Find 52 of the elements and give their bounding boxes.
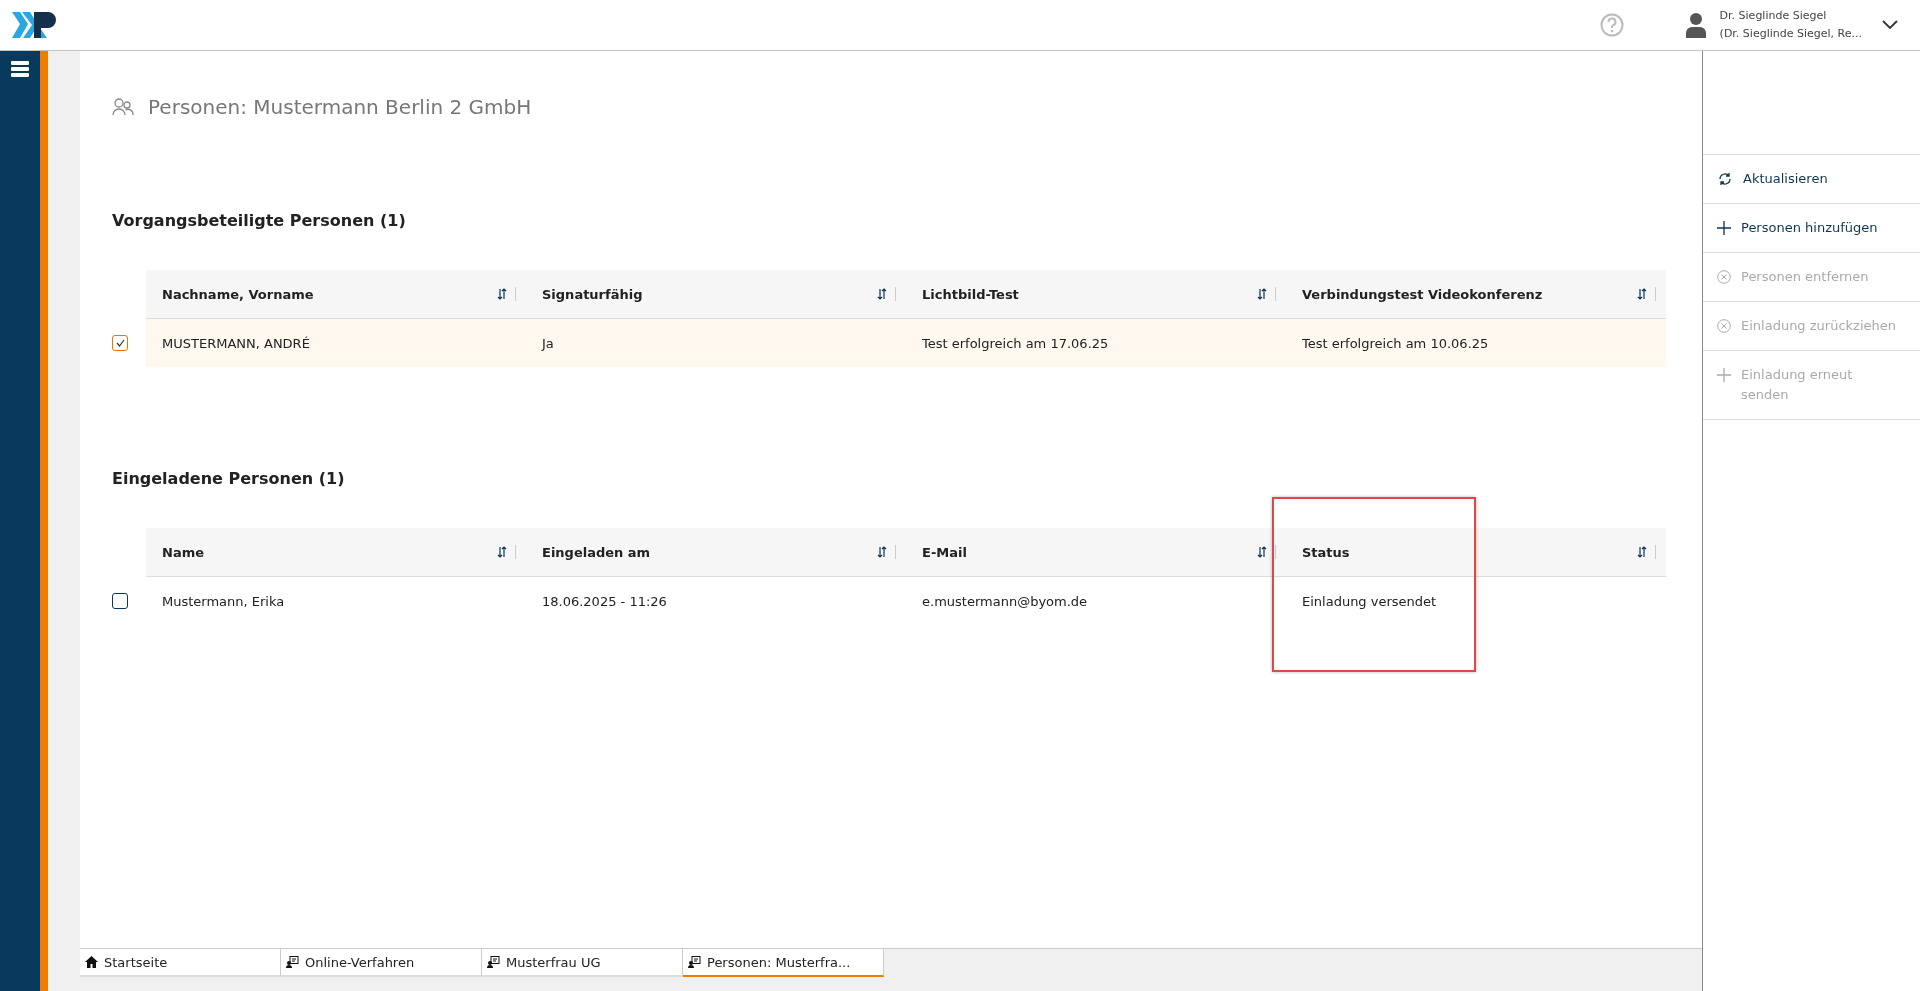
user-avatar-icon[interactable] [1685, 12, 1706, 38]
table-cell-text: Einladung versendet [1301, 592, 1438, 611]
column-header[interactable]: Signaturfähig [526, 270, 906, 318]
column-header[interactable]: Name [146, 528, 526, 576]
tab[interactable]: Personen: Musterfra... [683, 949, 884, 977]
user-name: Dr. Sieglinde Siegel [1719, 8, 1828, 24]
tab[interactable]: Musterfrau UG [482, 949, 683, 977]
menu-icon[interactable] [11, 61, 29, 77]
column-header[interactable]: E-Mail [906, 528, 1286, 576]
sort-icon[interactable] [1637, 287, 1647, 301]
row-checkbox[interactable] [112, 593, 128, 609]
row-checkbox[interactable] [112, 335, 128, 351]
table-cell-text: MUSTERMANN, ANDRÉ [161, 334, 311, 353]
document-icon [286, 956, 299, 968]
people-icon [112, 98, 134, 116]
table-cell-text: Test erfolgreich am 10.06.25 [1301, 334, 1490, 353]
close-circle-icon [1717, 319, 1731, 333]
sort-icon[interactable] [497, 545, 507, 559]
column-header[interactable]: Status [1286, 528, 1666, 576]
user-role: (Dr. Sieglinde Siegel, Re... [1719, 26, 1862, 42]
page-title: Personen: Mustermann Berlin 2 GmbH [148, 95, 532, 119]
refresh-icon [1717, 172, 1733, 186]
column-header[interactable]: Eingeladen am [526, 528, 906, 576]
sort-icon[interactable] [1257, 287, 1267, 301]
table-cell-text: 18.06.2025 - 11:26 [541, 592, 668, 611]
sort-icon[interactable] [1637, 545, 1647, 559]
tab[interactable]: Online-Verfahren [281, 949, 482, 977]
tab[interactable]: Startseite [80, 949, 281, 977]
table-cell-text: Test erfolgreich am 17.06.25 [921, 334, 1110, 353]
action-button[interactable]: Personen hinzufügen [1703, 203, 1920, 252]
sort-icon[interactable] [497, 287, 507, 301]
document-icon [688, 956, 701, 968]
checkmark-icon [115, 339, 125, 347]
section-heading: Vorgangsbeteiligte Personen (1) [112, 211, 407, 230]
plus-icon [1717, 221, 1731, 235]
action-button[interactable]: Aktualisieren [1703, 154, 1920, 203]
table-cell-text: Mustermann, Erika [161, 592, 286, 611]
close-circle-icon [1717, 270, 1731, 284]
chevron-down-icon[interactable] [1882, 20, 1898, 30]
sort-icon[interactable] [877, 287, 887, 301]
document-icon [487, 956, 500, 968]
table-row[interactable]: MUSTERMANN, ANDRÉ Ja Test erfolgreich am 17.06.25 Test erfolgreich am 10.06.25 [146, 319, 1666, 367]
section-heading: Eingeladene Personen (1) [112, 469, 346, 488]
column-header[interactable]: Nachname, Vorname [146, 270, 526, 318]
sort-icon[interactable] [1257, 545, 1267, 559]
plus-icon [1717, 368, 1731, 382]
column-header[interactable]: Lichtbild-Test [906, 270, 1286, 318]
home-icon [85, 956, 98, 968]
table-cell-text: e.mustermann@byom.de [921, 592, 1089, 611]
table-cell-text: Ja [540, 334, 555, 353]
sort-icon[interactable] [877, 545, 887, 559]
column-header[interactable]: Verbindungstest Videokonferenz [1286, 270, 1666, 318]
